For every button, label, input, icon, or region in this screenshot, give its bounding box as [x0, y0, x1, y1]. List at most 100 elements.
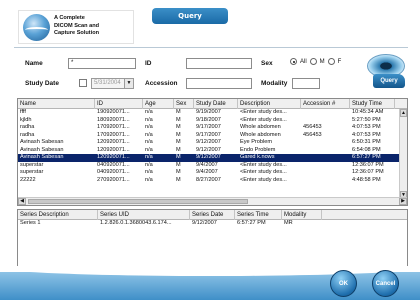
cell-description: Whole abdomen	[240, 124, 281, 130]
id-label: ID	[145, 60, 152, 67]
studies-table-header: Name ID Age Sex Study Date Description A…	[18, 99, 407, 109]
column-header-accession[interactable]: Accession #	[301, 99, 350, 109]
cell-accession: 456453	[303, 124, 322, 130]
modality-input[interactable]	[292, 78, 320, 89]
dialog-title: Query	[152, 8, 228, 24]
cell-id: 270920071...	[97, 176, 130, 183]
cell-accession	[301, 147, 350, 155]
studies-table-body: ffff 190920071... n/a M 9/19/2007 <Enter stud…	[18, 109, 407, 184]
table-row[interactable]: superstar 040920071... n/a M 9/4/2007 <Enter …	[18, 169, 407, 177]
accession-label: Accession	[145, 80, 178, 87]
cell-accession: 456453	[303, 131, 322, 138]
cell-study-date: 9/17/2007	[196, 131, 221, 138]
cell-accession	[301, 162, 350, 170]
ok-button[interactable]: OK	[330, 270, 357, 297]
table-row[interactable]: kjldh 180920071... n/a M 9/18/2007 <Enter stu…	[18, 117, 407, 125]
sex-radio-f[interactable]	[327, 58, 335, 65]
sex-option-all-label: All	[300, 58, 307, 65]
scroll-thumb[interactable]	[28, 199, 248, 204]
cell-description: Gared k.nows	[240, 154, 275, 160]
column-header-series-date[interactable]: Series Date	[190, 210, 235, 220]
studies-vertical-scrollbar[interactable]: ▲ ▼	[399, 109, 407, 199]
name-input[interactable]: *	[68, 58, 136, 69]
cell-description: <Enter study des...	[240, 169, 287, 175]
header-divider	[14, 47, 408, 48]
cell-sex: M	[176, 131, 181, 138]
column-header-name[interactable]: Name	[18, 99, 95, 109]
cell-age: n/a	[145, 176, 153, 183]
cell-description: Eye Problem	[240, 139, 273, 145]
name-label: Name	[25, 60, 43, 67]
cell-age: n/a	[145, 154, 153, 160]
cell-study-time: 10:45:34 AM	[352, 109, 384, 115]
cell-study-date: 8/27/2007	[196, 176, 221, 183]
study-date-checkbox[interactable]	[79, 79, 87, 87]
table-row[interactable]: radha 170920071... n/a M 9/17/2007 Whole abdo…	[18, 124, 407, 132]
sex-radio-all[interactable]	[290, 58, 297, 65]
table-row[interactable]: 22222 270920071... n/a M 8/27/2007 <Enter stu…	[18, 177, 407, 185]
table-row[interactable]: superstar 040920071... n/a M 9/4/2007 <Enter …	[18, 162, 407, 170]
cell-age: n/a	[145, 139, 153, 145]
cell-study-date: 9/12/2007	[196, 146, 221, 153]
table-row[interactable]: ffff 190920071... n/a M 9/19/2007 <Enter stud…	[18, 109, 407, 117]
scroll-left-icon[interactable]: ◀	[18, 198, 26, 205]
cell-id: 170920071...	[97, 124, 130, 130]
logo-line-2: DICOM Scan and	[54, 22, 100, 29]
column-header-id[interactable]: ID	[95, 99, 143, 109]
studies-horizontal-scrollbar[interactable]: ◀ ▶	[18, 197, 407, 205]
accession-input[interactable]	[186, 78, 252, 89]
cell-sex: M	[176, 146, 181, 153]
cell-study-date: 9/12/2007	[196, 139, 221, 145]
query-dialog: A Complete DICOM Scan and Capture Soluti…	[0, 0, 420, 300]
cell-sex: M	[176, 109, 181, 115]
column-header-series-description[interactable]: Series Description	[18, 210, 98, 220]
cell-name: ffff	[20, 109, 26, 115]
cell-description: <Enter study des...	[240, 176, 287, 183]
sex-option-m-label: M	[319, 58, 325, 65]
cell-series-description: Series 1	[20, 220, 41, 226]
column-header-series-time[interactable]: Series Time	[235, 210, 282, 220]
cell-id: 170920071...	[97, 131, 130, 138]
table-row[interactable]: Avinash Sabesan 120920071... n/a M 9/12/2007…	[18, 147, 407, 155]
table-row[interactable]: Avinash Sabesan 120920071... n/a M 9/12/2007…	[18, 139, 407, 147]
cell-age: n/a	[145, 109, 153, 115]
cell-sex: M	[176, 176, 181, 183]
column-header-series-uid[interactable]: Series UID	[98, 210, 190, 220]
cell-study-time: 12:36:07 PM	[352, 161, 384, 168]
cell-accession	[301, 139, 350, 147]
cell-name: Avinash Sabesan	[20, 139, 64, 145]
cell-description: <Enter study des...	[240, 109, 287, 115]
cell-name: kjldh	[20, 116, 32, 123]
cell-study-time: 4:48:58 PM	[352, 176, 381, 183]
cell-study-time: 12:36:07 PM	[352, 169, 384, 175]
column-header-modality[interactable]: Modality	[282, 210, 322, 220]
column-header-description[interactable]: Description	[238, 99, 301, 109]
table-row[interactable]: Series 1 1.2.826.0.1.3680043.6.174... 9/12…	[18, 220, 407, 228]
cell-study-time: 6:50:31 PM	[352, 139, 381, 145]
cell-id: 120920071...	[97, 146, 130, 153]
id-input[interactable]	[186, 58, 252, 69]
column-header-study-date[interactable]: Study Date	[194, 99, 238, 109]
cell-study-time: 5:27:50 PM	[352, 116, 381, 123]
sex-radio-m[interactable]	[309, 58, 317, 65]
cell-name: 22222	[20, 176, 36, 183]
table-row[interactable]: Avinash Sabesan 120920071... n/a M 9/12/2007…	[18, 154, 407, 162]
cell-series-date: 9/12/2007	[192, 220, 217, 226]
series-table: Series Description Series UID Series Dat…	[17, 209, 408, 269]
cell-sex: M	[176, 116, 181, 123]
cell-description: <Enter study des...	[240, 161, 287, 168]
cell-id: 040920071...	[97, 169, 130, 175]
cancel-button[interactable]: Cancel	[372, 270, 399, 297]
logo-line-1: A Complete	[54, 15, 85, 21]
query-button[interactable]: Query	[367, 52, 405, 92]
column-header-age[interactable]: Age	[143, 99, 174, 109]
cell-name: radha	[20, 124, 35, 130]
scroll-right-icon[interactable]: ▶	[399, 198, 407, 205]
cell-id: 190920071...	[97, 109, 130, 115]
scroll-up-icon[interactable]: ▲	[400, 109, 407, 117]
table-row[interactable]: radha 170920071... n/a M 9/17/2007 Whole abdo…	[18, 132, 407, 140]
column-header-sex[interactable]: Sex	[174, 99, 194, 109]
column-header-study-time[interactable]: Study Time	[350, 99, 395, 109]
series-table-body: Series 1 1.2.826.0.1.3680043.6.174... 9/12…	[18, 220, 407, 228]
chevron-down-icon[interactable]: ▼	[124, 78, 134, 89]
